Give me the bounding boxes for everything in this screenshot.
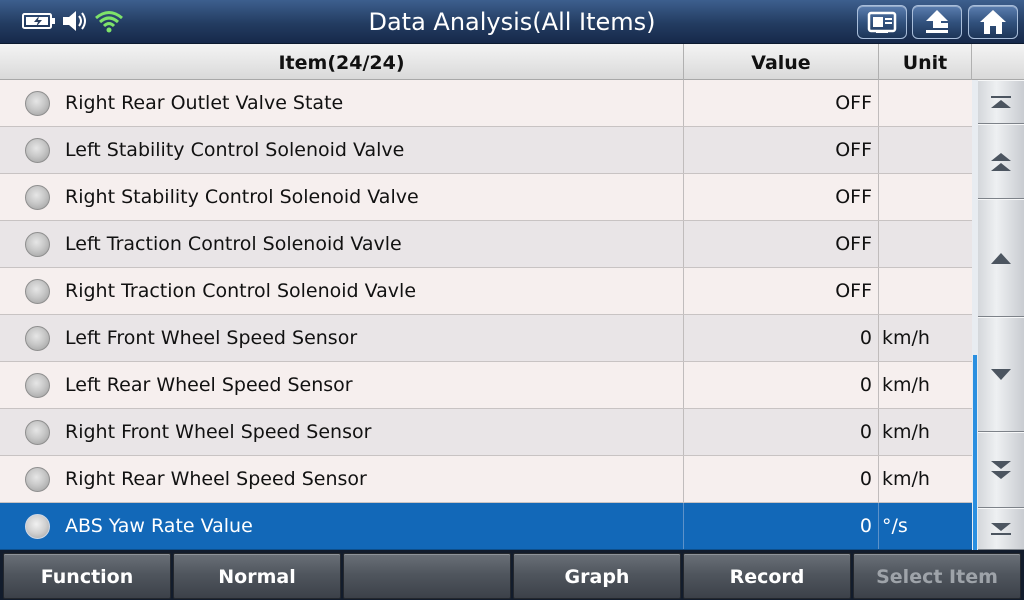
data-list: Right Rear Outlet Valve State OFF Left S…: [0, 80, 972, 550]
item-cell: Left Rear Wheel Speed Sensor: [0, 362, 684, 408]
empty-button[interactable]: [343, 553, 511, 599]
row-radio-button[interactable]: [25, 185, 50, 210]
value-cell: 0: [684, 503, 879, 549]
scroll-to-bottom-button[interactable]: [978, 508, 1024, 550]
value-cell: 0: [684, 362, 879, 408]
item-name: Right Front Wheel Speed Sensor: [65, 421, 372, 443]
column-header-unit: Unit: [879, 44, 972, 80]
item-name: Right Traction Control Solenoid Vavle: [65, 280, 417, 302]
unit-cell: [879, 127, 972, 173]
back-up-arrow-icon: [926, 10, 948, 33]
table-row[interactable]: Left Traction Control Solenoid Vavle OFF: [0, 221, 972, 268]
unit-cell: km/h: [882, 374, 930, 396]
page-down-icon: [991, 461, 1011, 479]
line-up-icon: [991, 253, 1011, 264]
scroll-to-top-icon: [991, 96, 1011, 108]
row-radio-button[interactable]: [25, 326, 50, 351]
item-cell: Right Rear Outlet Valve State: [0, 80, 684, 126]
item-cell: Left Stability Control Solenoid Valve: [0, 127, 684, 173]
unit-cell: [879, 221, 972, 267]
unit-cell: km/h: [882, 468, 930, 490]
row-radio-button[interactable]: [25, 467, 50, 492]
item-cell: Right Rear Wheel Speed Sensor: [0, 456, 684, 502]
item-name: Right Stability Control Solenoid Valve: [65, 186, 419, 208]
table-row[interactable]: Right Stability Control Solenoid Valve O…: [0, 174, 972, 221]
table-row[interactable]: Left Front Wheel Speed Sensor 0 km/h: [0, 315, 972, 362]
bottom-toolbar: Function Normal Graph Record Select Item: [0, 550, 1024, 600]
table-row-selected[interactable]: ABS Yaw Rate Value 0 °/s: [0, 503, 972, 550]
scroll-to-top-button[interactable]: [978, 80, 1024, 124]
value-cell: OFF: [684, 127, 879, 173]
item-name: Right Rear Outlet Valve State: [65, 92, 344, 114]
screenshot-button[interactable]: [857, 5, 907, 39]
column-header-spacer: [972, 44, 1024, 80]
line-down-button[interactable]: [978, 317, 1024, 432]
screenshot-icon: [867, 11, 897, 33]
item-name: ABS Yaw Rate Value: [65, 515, 253, 537]
title-bar: Data Analysis(All Items): [0, 0, 1024, 44]
table-row[interactable]: Right Rear Outlet Valve State OFF: [0, 80, 972, 127]
table-row[interactable]: Right Traction Control Solenoid Vavle OF…: [0, 268, 972, 315]
scroll-panel: [972, 80, 1024, 550]
value-cell: OFF: [684, 221, 879, 267]
value-cell: OFF: [684, 174, 879, 220]
value-cell: OFF: [684, 80, 879, 126]
item-cell: Left Front Wheel Speed Sensor: [0, 315, 684, 361]
record-button[interactable]: Record: [683, 553, 851, 599]
unit-cell: [879, 268, 972, 314]
item-name: Left Traction Control Solenoid Vavle: [65, 233, 402, 255]
scroll-to-bottom-icon: [991, 523, 1011, 535]
home-icon: [980, 10, 1006, 34]
function-button[interactable]: Function: [3, 553, 171, 599]
item-name: Right Rear Wheel Speed Sensor: [65, 468, 367, 490]
item-name: Left Front Wheel Speed Sensor: [65, 327, 358, 349]
item-cell: Right Front Wheel Speed Sensor: [0, 409, 684, 455]
item-name: Left Stability Control Solenoid Valve: [65, 139, 405, 161]
item-name: Left Rear Wheel Speed Sensor: [65, 374, 353, 396]
unit-cell: [879, 80, 972, 126]
row-radio-button[interactable]: [25, 514, 50, 539]
value-cell: OFF: [684, 268, 879, 314]
table-header: Item(24/24) Value Unit: [0, 44, 1024, 80]
value-cell: 0: [684, 409, 879, 455]
unit-cell: km/h: [882, 421, 930, 443]
table-row[interactable]: Right Front Wheel Speed Sensor 0 km/h: [0, 409, 972, 456]
scroll-thumb[interactable]: [973, 355, 977, 550]
value-cell: 0: [684, 456, 879, 502]
column-header-item: Item(24/24): [0, 44, 684, 80]
unit-cell: °/s: [882, 515, 908, 537]
column-header-value: Value: [684, 44, 879, 80]
unit-cell: km/h: [882, 327, 930, 349]
line-up-button[interactable]: [978, 199, 1024, 317]
row-radio-button[interactable]: [25, 420, 50, 445]
value-cell: 0: [684, 315, 879, 361]
table-row[interactable]: Left Stability Control Solenoid Valve OF…: [0, 127, 972, 174]
page-down-button[interactable]: [978, 432, 1024, 508]
graph-button[interactable]: Graph: [513, 553, 681, 599]
item-cell: ABS Yaw Rate Value: [0, 503, 684, 549]
select-item-button[interactable]: Select Item: [853, 553, 1021, 599]
row-radio-button[interactable]: [25, 373, 50, 398]
item-cell: Right Stability Control Solenoid Valve: [0, 174, 684, 220]
back-button[interactable]: [912, 5, 962, 39]
row-radio-button[interactable]: [25, 138, 50, 163]
normal-button[interactable]: Normal: [173, 553, 341, 599]
line-down-icon: [991, 368, 1011, 380]
table-row[interactable]: Right Rear Wheel Speed Sensor 0 km/h: [0, 456, 972, 503]
row-radio-button[interactable]: [25, 279, 50, 304]
item-cell: Left Traction Control Solenoid Vavle: [0, 221, 684, 267]
page-up-icon: [991, 152, 1011, 171]
row-radio-button[interactable]: [25, 232, 50, 257]
item-cell: Right Traction Control Solenoid Vavle: [0, 268, 684, 314]
unit-cell: [879, 174, 972, 220]
home-button[interactable]: [968, 5, 1018, 39]
page-up-button[interactable]: [978, 124, 1024, 199]
row-radio-button[interactable]: [25, 91, 50, 116]
table-row[interactable]: Left Rear Wheel Speed Sensor 0 km/h: [0, 362, 972, 409]
